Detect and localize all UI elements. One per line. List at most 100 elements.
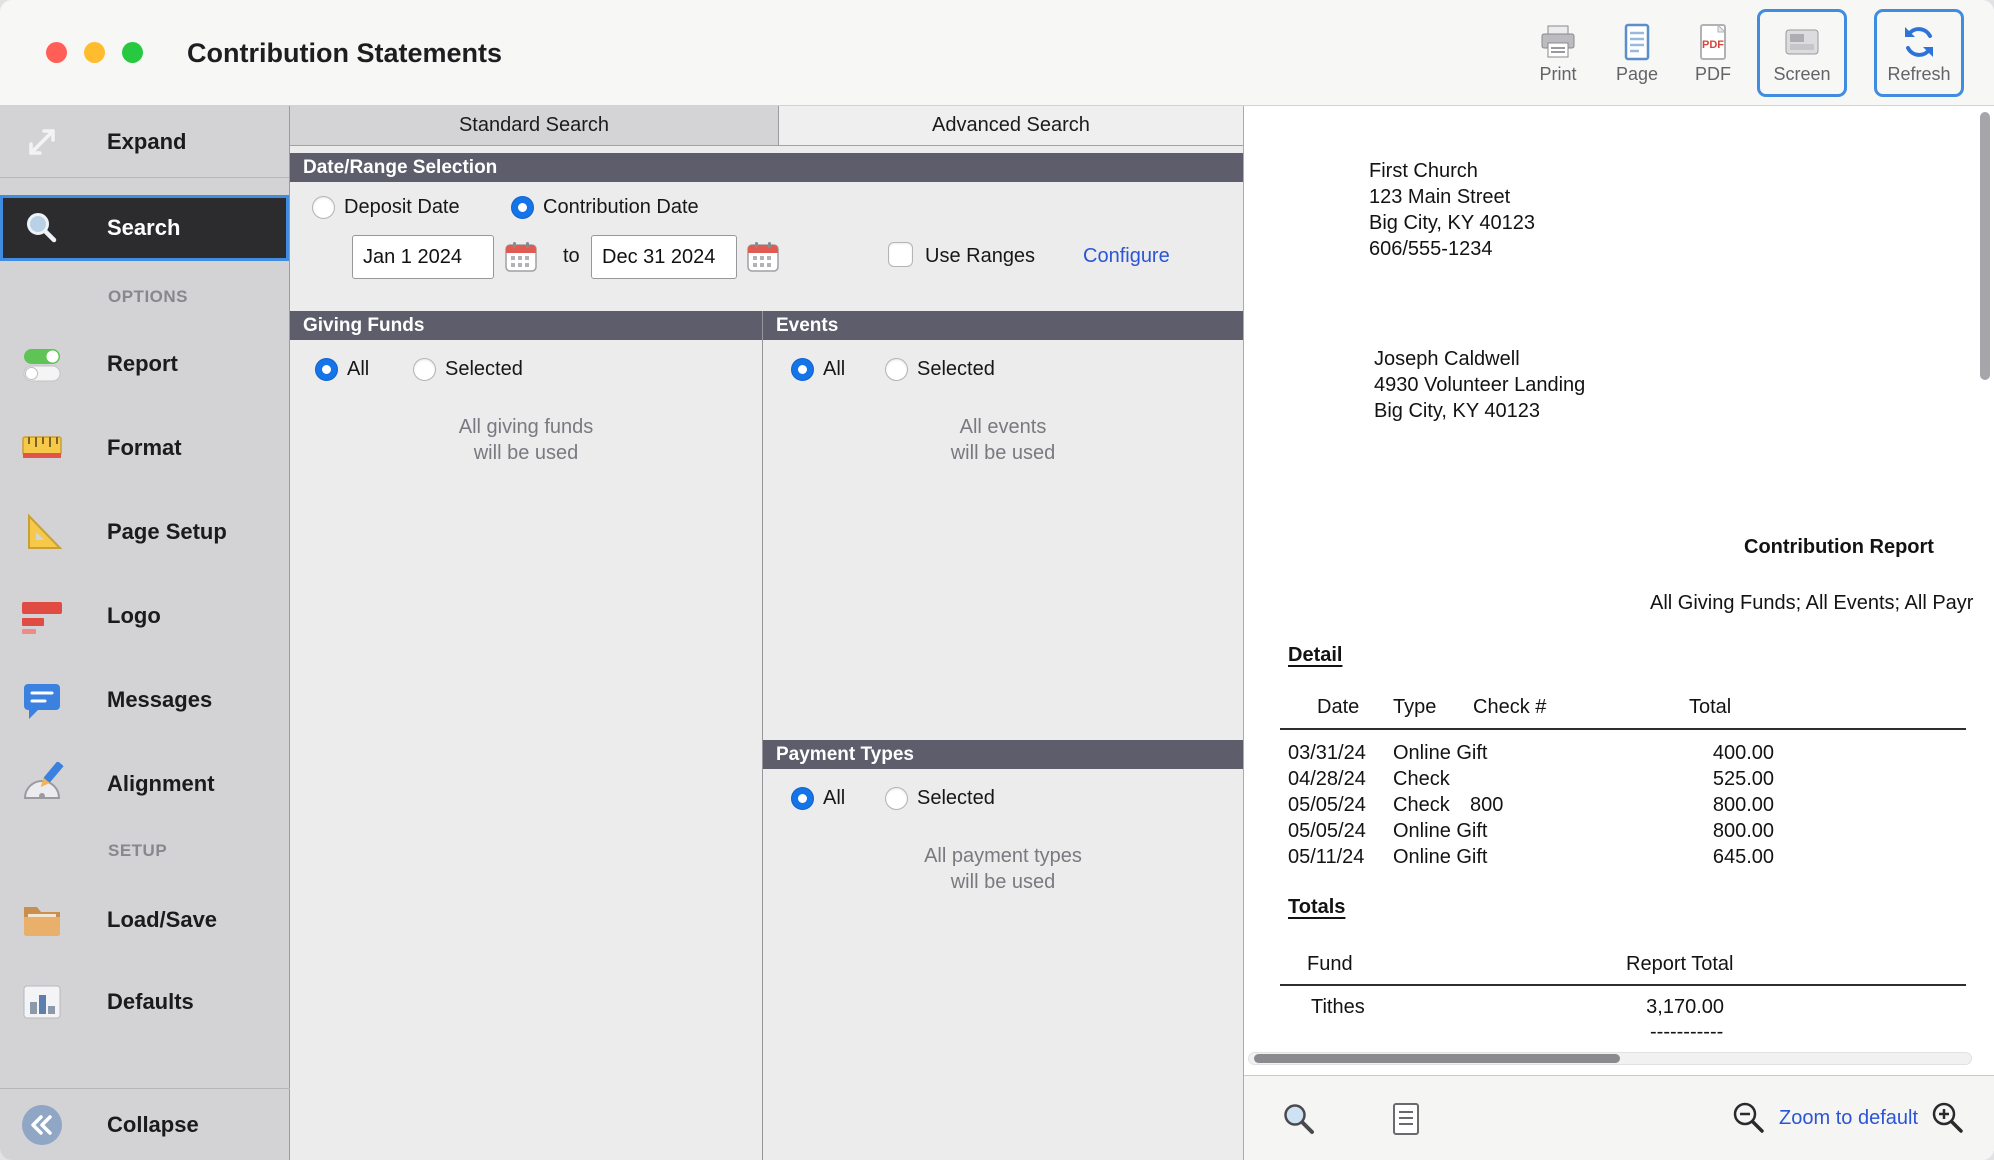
text-view-button[interactable] — [1387, 1100, 1425, 1138]
load-save-label: Load/Save — [107, 907, 217, 933]
logo-label: Logo — [107, 603, 161, 629]
collapse-label: Collapse — [107, 1112, 199, 1138]
detail-row-date: 04/28/24 — [1288, 768, 1366, 791]
zoom-to-default-link[interactable]: Zoom to default — [1779, 1107, 1918, 1130]
events-selected-radio[interactable]: Selected — [885, 358, 995, 381]
tab-advanced-search[interactable]: Advanced Search — [778, 106, 1243, 145]
totals-section-label: Totals — [1288, 896, 1345, 919]
magnifier-tool-button[interactable] — [1280, 1100, 1318, 1138]
page-button[interactable]: Page — [1597, 9, 1677, 97]
sidebar-item-load-save[interactable]: Load/Save — [0, 879, 289, 961]
deposit-date-radio[interactable]: Deposit Date — [312, 196, 460, 219]
payment-types-note: All payment types will be used — [763, 843, 1243, 895]
calendar-to-button[interactable] — [747, 241, 779, 273]
report-title: Contribution Report — [1744, 536, 1934, 559]
detail-row-type: Online Gift — [1393, 820, 1487, 843]
totals-col-report-total: Report Total — [1626, 953, 1733, 976]
sidebar-item-search[interactable]: Search — [0, 195, 289, 261]
to-label: to — [563, 245, 580, 268]
search-tabs: Standard Search Advanced Search — [290, 106, 1243, 146]
tab-gap — [290, 146, 1243, 153]
events-content: All Selected All events will be used — [763, 340, 1243, 740]
vertical-scrollbar-thumb[interactable] — [1980, 112, 1990, 380]
giving-funds-all-label: All — [347, 358, 369, 381]
print-label: Print — [1539, 64, 1576, 85]
zoom-in-button[interactable] — [1930, 1100, 1966, 1136]
report-criteria: All Giving Funds; All Events; All Payr — [1650, 592, 1973, 615]
radio-on-icon — [315, 358, 338, 381]
detail-col-check: Check # — [1473, 696, 1546, 719]
refresh-button[interactable]: Refresh — [1874, 9, 1964, 97]
sidebar-item-expand[interactable]: Expand — [0, 106, 289, 178]
pdf-icon: PDF — [1692, 21, 1734, 63]
search-panel: Standard Search Advanced Search Date/Ran… — [290, 106, 1243, 1160]
preview-horizontal-scrollbar[interactable] — [1248, 1052, 1972, 1065]
page-label: Page — [1616, 64, 1658, 85]
alignment-label: Alignment — [107, 771, 215, 797]
events-selected-label: Selected — [917, 358, 995, 381]
sidebar-item-page-setup[interactable]: Page Setup — [0, 490, 289, 574]
expand-label: Expand — [107, 129, 186, 155]
payment-types-content: All Selected All payment types will be u… — [763, 769, 1243, 1160]
preview-toolbar: Zoom to default — [1244, 1075, 1994, 1160]
report-toggles-icon — [20, 342, 64, 386]
date-to-input[interactable] — [591, 235, 737, 279]
print-button[interactable]: Print — [1518, 9, 1598, 97]
format-ruler-icon — [20, 426, 64, 470]
detail-row-date: 05/05/24 — [1288, 794, 1366, 817]
payment-types-all-radio[interactable]: All — [791, 787, 845, 810]
minimize-window-button[interactable] — [84, 42, 105, 63]
calendar-from-button[interactable] — [505, 241, 537, 273]
defaults-label: Defaults — [107, 989, 194, 1015]
events-all-radio[interactable]: All — [791, 358, 845, 381]
use-ranges-checkbox[interactable] — [888, 242, 913, 267]
sidebar-item-logo[interactable]: Logo — [0, 574, 289, 658]
sidebar-item-defaults[interactable]: Defaults — [0, 961, 289, 1043]
totals-row-fund: Tithes — [1311, 996, 1365, 1019]
radio-on-icon — [791, 358, 814, 381]
format-label: Format — [107, 435, 182, 461]
detail-row-type: Check — [1393, 768, 1450, 791]
pdf-button[interactable]: PDF PDF — [1673, 9, 1753, 97]
sidebar-item-alignment[interactable]: Alignment — [0, 742, 289, 826]
sidebar-section-setup: SETUP — [0, 841, 289, 861]
giving-funds-selected-label: Selected — [445, 358, 523, 381]
page-setup-label: Page Setup — [107, 519, 227, 545]
deposit-date-label: Deposit Date — [344, 196, 460, 219]
pdf-label: PDF — [1695, 64, 1731, 85]
fullscreen-window-button[interactable] — [122, 42, 143, 63]
messages-bubble-icon — [20, 678, 64, 722]
horizontal-scrollbar-thumb[interactable] — [1254, 1054, 1620, 1063]
screen-label: Screen — [1773, 64, 1830, 85]
sidebar-item-report[interactable]: Report — [0, 322, 289, 406]
close-window-button[interactable] — [46, 42, 67, 63]
giving-funds-selected-radio[interactable]: Selected — [413, 358, 523, 381]
contribution-date-label: Contribution Date — [543, 196, 699, 219]
detail-row-total: 800.00 — [1664, 820, 1774, 843]
zoom-out-button[interactable] — [1731, 1100, 1767, 1136]
events-header: Events — [763, 311, 1243, 340]
configure-link[interactable]: Configure — [1083, 245, 1170, 268]
sidebar-item-messages[interactable]: Messages — [0, 658, 289, 742]
totals-header-rule — [1280, 984, 1966, 986]
giving-funds-all-radio[interactable]: All — [315, 358, 369, 381]
date-from-input[interactable] — [352, 235, 494, 279]
radio-off-icon — [885, 358, 908, 381]
tab-standard-search[interactable]: Standard Search — [290, 106, 778, 145]
detail-row-total: 645.00 — [1664, 846, 1774, 869]
vertical-scrollbar[interactable] — [1978, 106, 1992, 1160]
sidebar-item-format[interactable]: Format — [0, 406, 289, 490]
contribution-date-radio[interactable]: Contribution Date — [511, 196, 699, 219]
detail-section-label: Detail — [1288, 644, 1342, 667]
payment-types-selected-label: Selected — [917, 787, 995, 810]
page-setup-triangle-icon — [20, 510, 64, 554]
filter-columns: Giving Funds All Selected All giving fun… — [290, 311, 1243, 1160]
radio-off-icon — [413, 358, 436, 381]
load-save-folder-icon — [20, 898, 64, 942]
payment-types-selected-radio[interactable]: Selected — [885, 787, 995, 810]
screen-button[interactable]: Screen — [1757, 9, 1847, 97]
sidebar-section-options: OPTIONS — [0, 287, 289, 307]
use-ranges-label: Use Ranges — [925, 245, 1035, 268]
sidebar-item-collapse[interactable]: Collapse — [0, 1088, 290, 1160]
printer-icon — [1537, 21, 1579, 63]
